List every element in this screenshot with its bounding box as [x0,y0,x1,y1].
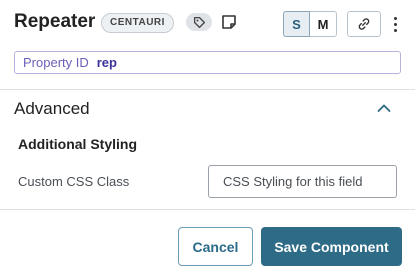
property-id-value: rep [96,55,117,70]
size-s-button[interactable]: S [283,11,310,37]
link-icon [358,18,370,30]
tag-icon [193,16,205,28]
property-id-label: Property ID [23,55,89,70]
custom-css-class-label: Custom CSS Class [18,174,130,189]
library-badge: CENTAURI [101,13,174,33]
component-title: Repeater [14,11,96,32]
link-button[interactable] [347,11,381,37]
advanced-section-title[interactable]: Advanced [14,99,90,119]
size-toggle: S M [283,11,337,37]
property-id-field[interactable]: Property ID rep [14,51,401,74]
save-component-button[interactable]: Save Component [261,227,402,266]
custom-css-class-input[interactable] [208,165,397,198]
more-vertical-icon[interactable] [388,13,402,35]
footer-divider [0,209,415,210]
additional-styling-title: Additional Styling [18,136,137,152]
component-header: Repeater CENTAURI S M [14,9,401,37]
size-m-button[interactable]: M [310,11,337,37]
tag-button[interactable] [186,13,212,31]
cancel-button[interactable]: Cancel [178,227,253,266]
note-icon[interactable] [221,14,237,30]
chevron-up-icon[interactable] [376,100,392,116]
divider [0,89,415,90]
